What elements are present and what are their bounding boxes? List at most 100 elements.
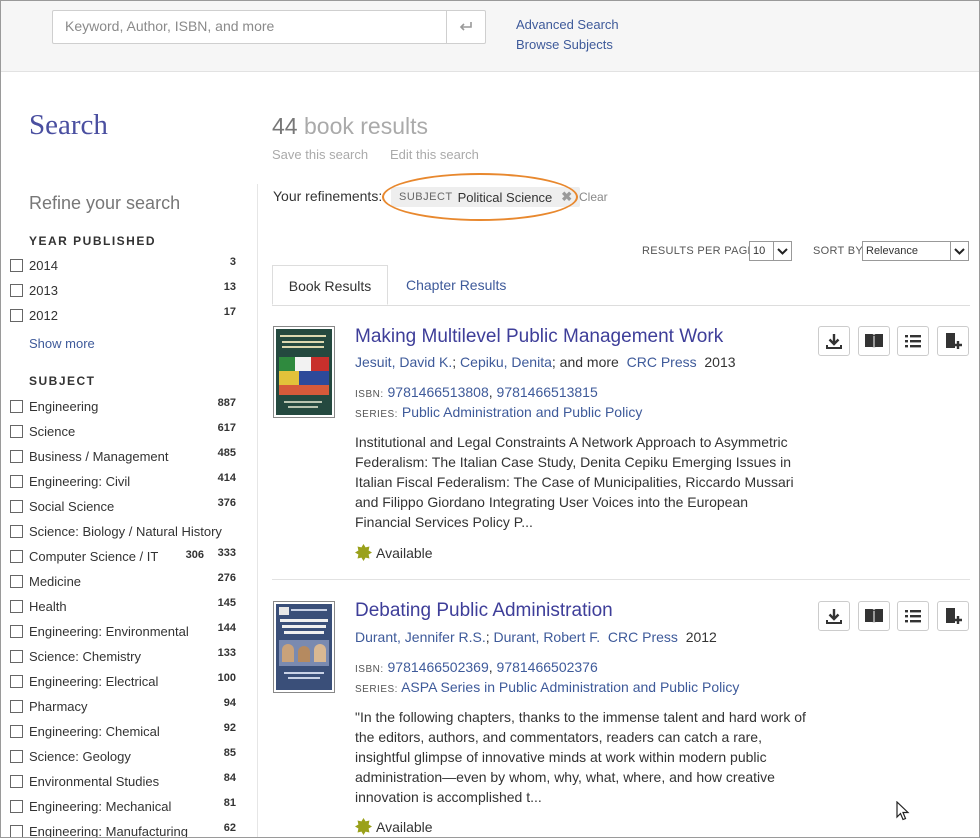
read-button[interactable] [858, 601, 890, 631]
facet-item[interactable]: Science 617 [10, 422, 240, 442]
tabs-underline [272, 305, 970, 306]
browse-subjects-link[interactable]: Browse Subjects [516, 37, 613, 52]
add-to-list-button[interactable] [937, 326, 969, 356]
facet-count: 133 [217, 647, 236, 659]
facet-checkbox[interactable] [10, 775, 23, 788]
and-more-text: ; and more [551, 354, 619, 370]
facet-checkbox[interactable] [10, 500, 23, 513]
facet-item[interactable]: Engineering: Chemical 92 [10, 722, 240, 742]
series-label: SERIES: [355, 409, 398, 420]
facet-checkbox[interactable] [10, 600, 23, 613]
facet-checkbox[interactable] [10, 725, 23, 738]
facet-checkbox[interactable] [10, 550, 23, 563]
table-of-contents-button[interactable] [897, 326, 929, 356]
facet-checkbox[interactable] [10, 700, 23, 713]
facet-checkbox[interactable] [10, 475, 23, 488]
advanced-search-link[interactable]: Advanced Search [516, 17, 619, 32]
tab-book-results[interactable]: Book Results [272, 265, 388, 305]
search-input[interactable] [53, 11, 445, 41]
isbn-link[interactable]: 9781466502376 [497, 659, 598, 675]
facet-label: Business / Management [29, 449, 169, 464]
facet-item[interactable]: 2013 13 [10, 281, 240, 301]
facet-checkbox[interactable] [10, 675, 23, 688]
author-link[interactable]: Durant, Robert F. [494, 629, 601, 645]
facet-checkbox[interactable] [10, 400, 23, 413]
isbn-link[interactable]: 9781466513808 [388, 384, 489, 400]
facet-item[interactable]: Medicine 276 [10, 572, 240, 592]
author-link[interactable]: Durant, Jennifer R.S. [355, 629, 486, 645]
result-count-number: 44 [272, 113, 298, 139]
tab-chapter-results[interactable]: Chapter Results [406, 277, 506, 293]
facet-item[interactable]: Pharmacy 94 [10, 697, 240, 717]
facet-checkbox[interactable] [10, 575, 23, 588]
facet-checkbox[interactable] [10, 284, 23, 297]
facet-count: 81 [223, 797, 236, 809]
facet-item[interactable]: Science: Chemistry 133 [10, 647, 240, 667]
facet-checkbox[interactable] [10, 750, 23, 763]
facet-item[interactable]: Engineering: Mechanical 81 [10, 797, 240, 817]
facet-item[interactable]: Computer Science / IT 306 333 [10, 547, 240, 567]
author-link[interactable]: Jesuit, David K. [355, 354, 452, 370]
facet-label: Engineering: Mechanical [29, 799, 172, 814]
facet-checkbox[interactable] [10, 825, 23, 837]
facet-item[interactable]: Science: Geology 85 [10, 747, 240, 767]
results-per-page-value: 10 [753, 245, 766, 257]
facet-checkbox[interactable] [10, 625, 23, 638]
author-link[interactable]: Cepiku, Denita [460, 354, 552, 370]
refinement-chip-value: Political Science [457, 189, 553, 205]
remove-refinement-icon[interactable]: ✖ [561, 189, 572, 205]
series-link[interactable]: Public Administration and Public Policy [402, 404, 642, 420]
facet-item[interactable]: Science: Biology / Natural History [10, 524, 240, 542]
book-title-link[interactable]: Debating Public Administration [355, 600, 613, 622]
facet-checkbox[interactable] [10, 800, 23, 813]
facet-label: Medicine [29, 574, 82, 589]
isbn-link[interactable]: 9781466502369 [388, 659, 489, 675]
book-description: Institutional and Legal Constraints A Ne… [355, 434, 794, 530]
facet-checkbox[interactable] [10, 309, 23, 322]
publisher-link[interactable]: CRC Press [608, 629, 678, 645]
publication-year: 2012 [685, 629, 717, 645]
add-to-list-button[interactable] [937, 601, 969, 631]
facet-checkbox[interactable] [10, 525, 23, 538]
search-submit-button[interactable] [446, 11, 485, 43]
show-more-years-link[interactable]: Show more [29, 336, 95, 351]
facet-checkbox[interactable] [10, 425, 23, 438]
sort-by-select[interactable]: Relevance [862, 241, 969, 261]
facet-item[interactable]: Engineering: Civil 414 [10, 472, 240, 492]
read-button[interactable] [858, 326, 890, 356]
list-icon [905, 335, 921, 348]
facet-item[interactable]: Engineering: Environmental 144 [10, 622, 240, 642]
download-button[interactable] [818, 326, 850, 356]
series-link[interactable]: ASPA Series in Public Administration and… [401, 679, 739, 695]
isbn-link[interactable]: 9781466513815 [497, 384, 598, 400]
facet-count: 617 [217, 422, 236, 434]
facet-checkbox[interactable] [10, 450, 23, 463]
facet-checkbox[interactable] [10, 650, 23, 663]
facet-item[interactable]: 2012 17 [10, 306, 240, 326]
facet-item[interactable]: 2014 3 [10, 256, 240, 276]
facet-item[interactable]: Business / Management 485 [10, 447, 240, 467]
download-button[interactable] [818, 601, 850, 631]
results-per-page-select[interactable]: 10 [749, 241, 792, 261]
facet-checkbox[interactable] [10, 259, 23, 272]
book-title-link[interactable]: Making Multilevel Public Management Work [355, 326, 723, 348]
facet-item[interactable]: Engineering: Electrical 100 [10, 672, 240, 692]
table-of-contents-button[interactable] [897, 601, 929, 631]
facet-label: Environmental Studies [29, 774, 160, 789]
list-icon [905, 610, 921, 623]
facet-label: Engineering: Electrical [29, 674, 159, 689]
book-cover-image[interactable] [273, 326, 335, 418]
facet-item[interactable]: Health 145 [10, 597, 240, 617]
edit-search-link[interactable]: Edit this search [390, 147, 479, 162]
facet-label: 2012 [29, 308, 58, 323]
publisher-link[interactable]: CRC Press [627, 354, 697, 370]
facet-item[interactable]: Engineering 887 [10, 397, 240, 417]
facet-item[interactable]: Engineering: Manufacturing 62 [10, 822, 240, 837]
facet-item[interactable]: Environmental Studies 84 [10, 772, 240, 792]
download-icon [826, 334, 842, 349]
availability-text: Available [376, 544, 433, 561]
clear-refinements-link[interactable]: Clear [579, 190, 608, 204]
save-search-link[interactable]: Save this search [272, 147, 368, 162]
facet-item[interactable]: Social Science 376 [10, 497, 240, 517]
book-cover-image[interactable] [273, 601, 335, 693]
